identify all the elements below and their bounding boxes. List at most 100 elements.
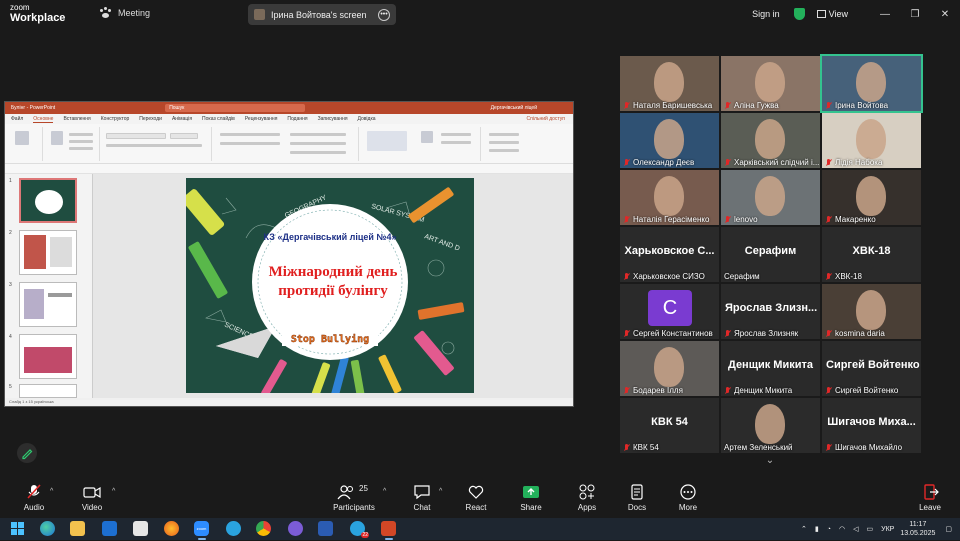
chrome-icon[interactable]: [256, 521, 271, 536]
participant-tile[interactable]: kosmina daria: [822, 284, 921, 339]
docs-button[interactable]: Docs: [626, 484, 648, 512]
participant-tile[interactable]: Ірина Войтова: [820, 54, 923, 113]
slide-thumbnail: [19, 334, 77, 379]
annotate-pen-icon[interactable]: [17, 443, 37, 463]
outlook-icon[interactable]: [102, 521, 117, 536]
meeting-menu[interactable]: Meeting: [100, 7, 150, 19]
participant-name: Олександр Деєв: [633, 158, 695, 167]
participants-label: Participants: [333, 503, 375, 512]
share-button[interactable]: Share: [518, 484, 544, 512]
notifications-icon[interactable]: ▢: [945, 525, 952, 533]
participant-tile[interactable]: Наталія Герасіменко: [620, 170, 719, 225]
tray-battery-icon[interactable]: ▭: [867, 525, 874, 533]
sign-in-button[interactable]: Sign in: [752, 9, 780, 19]
minimize-icon[interactable]: —: [870, 9, 900, 20]
react-button[interactable]: React: [462, 484, 490, 512]
video-button[interactable]: Video: [80, 484, 104, 512]
word-icon[interactable]: [318, 521, 333, 536]
screen-share-indicator[interactable]: Ірина Войтова's screen •••: [248, 4, 396, 25]
shapes-gallery: [367, 131, 407, 151]
mic-muted-icon: [724, 101, 731, 110]
participant-tile[interactable]: ХВК-18 ХВК-18: [822, 227, 921, 282]
participant-tile[interactable]: Аліна Гужва: [721, 56, 820, 111]
edge-icon[interactable]: [40, 521, 55, 536]
participants-caret-icon[interactable]: ^: [383, 488, 386, 495]
participant-label: Бодарев Ілля: [623, 386, 683, 395]
view-button[interactable]: View: [816, 9, 848, 19]
tray-wifi-icon[interactable]: ◠: [839, 525, 845, 533]
viber-icon[interactable]: [288, 521, 303, 536]
tray-mic-icon[interactable]: ▮: [815, 525, 819, 533]
restore-icon[interactable]: ❐: [900, 9, 930, 20]
close-icon[interactable]: ✕: [930, 9, 960, 20]
tray-chevron-icon[interactable]: ⌃: [801, 525, 807, 533]
chat-button[interactable]: Chat: [410, 484, 434, 512]
clock[interactable]: 11:17 13.05.2025: [900, 520, 935, 538]
audio-button[interactable]: Audio: [20, 484, 48, 512]
participant-label: Лідія Набока: [825, 158, 882, 167]
ribbon-group: [45, 127, 100, 161]
tray-network-icon[interactable]: ◔: [827, 526, 831, 533]
participant-avatar: С: [648, 290, 692, 326]
participants-button[interactable]: 25 Participants: [332, 484, 376, 512]
participant-tile[interactable]: Денщик Микита Денщик Микита: [721, 341, 820, 396]
participant-tile[interactable]: lenovo: [721, 170, 820, 225]
more-button[interactable]: More: [676, 484, 700, 512]
powerpoint-icon[interactable]: [381, 521, 396, 536]
participant-tile[interactable]: Шигачов Миха... Шигачов Михайло: [822, 398, 921, 453]
security-shield-icon[interactable]: [793, 8, 805, 20]
participant-tile[interactable]: Наталя Баришевська: [620, 56, 719, 111]
file-explorer-icon[interactable]: [70, 521, 85, 536]
chevron-down-icon[interactable]: ⌄: [762, 455, 778, 466]
zoom-taskbar-icon[interactable]: zoom: [194, 521, 209, 536]
windows-start-icon[interactable]: [10, 521, 25, 536]
firefox-icon[interactable]: [164, 521, 179, 536]
participant-tile[interactable]: Харьковское С... Харьковское СИЗО: [620, 227, 719, 282]
leave-label: Leave: [919, 503, 941, 512]
participant-label: kosmina daria: [825, 329, 885, 338]
ribbon-group: [102, 127, 212, 161]
participant-display-name: Харьковское С...: [624, 245, 715, 257]
store-icon[interactable]: [133, 521, 148, 536]
slide-thumbnail: [19, 384, 77, 398]
participant-name: Ярослав Злизняк: [734, 329, 799, 338]
participant-video: [654, 119, 684, 159]
telegram-icon[interactable]: [226, 521, 241, 536]
participant-tile[interactable]: Харківський слідчий і...: [721, 113, 820, 168]
participant-label: Аліна Гужва: [724, 101, 779, 110]
video-caret-icon[interactable]: ^: [112, 488, 115, 495]
participant-tile[interactable]: Лідія Набока: [822, 113, 921, 168]
ribbon-group: [214, 127, 359, 161]
participant-tile[interactable]: Макаренко: [822, 170, 921, 225]
ppt-menu: Файл Основне Вставлення Конструктор Пере…: [5, 114, 573, 124]
participant-name: Макаренко: [835, 215, 876, 224]
participant-video: [755, 119, 785, 159]
participant-tile[interactable]: КВК 54 КВК 54: [620, 398, 719, 453]
audio-caret-icon[interactable]: ^: [50, 488, 53, 495]
mic-muted-icon: [825, 101, 832, 110]
participant-tile[interactable]: С Сергей Константинов: [620, 284, 719, 339]
participant-display-name: Шигачов Миха...: [827, 416, 916, 428]
chat-caret-icon[interactable]: ^: [439, 488, 442, 495]
tray-volume-icon[interactable]: ◁: [853, 525, 858, 533]
participant-tile[interactable]: Бодарев Ілля: [620, 341, 719, 396]
participant-tile[interactable]: Сиргей Войтенко Сиргей Войтенко: [822, 341, 921, 396]
slide-title-line1: Міжнародний день: [269, 264, 398, 280]
participant-name: Артем Зеленський: [724, 443, 793, 452]
mic-muted-icon: [825, 215, 832, 224]
new-slide-icon: [51, 131, 63, 145]
participant-tile[interactable]: Артем Зеленський: [721, 398, 820, 453]
participant-tile[interactable]: Ярослав Злизн... Ярослав Злизняк: [721, 284, 820, 339]
more-options-icon[interactable]: •••: [378, 8, 390, 21]
participants-icon: 25: [337, 484, 371, 500]
leave-button[interactable]: Leave: [916, 484, 944, 512]
top-bar: zoom Workplace Meeting Ірина Войтова's s…: [0, 0, 960, 30]
apps-button[interactable]: Apps: [575, 484, 599, 512]
participant-name: Серафим: [724, 272, 760, 281]
participant-tile[interactable]: Олександр Деєв: [620, 113, 719, 168]
participant-video: [856, 62, 886, 102]
keyboard-language[interactable]: УКР: [881, 526, 894, 533]
participant-tile[interactable]: Серафим Серафим: [721, 227, 820, 282]
participant-label: lenovo: [724, 215, 758, 224]
telegram-icon-2[interactable]: 22: [350, 521, 369, 538]
